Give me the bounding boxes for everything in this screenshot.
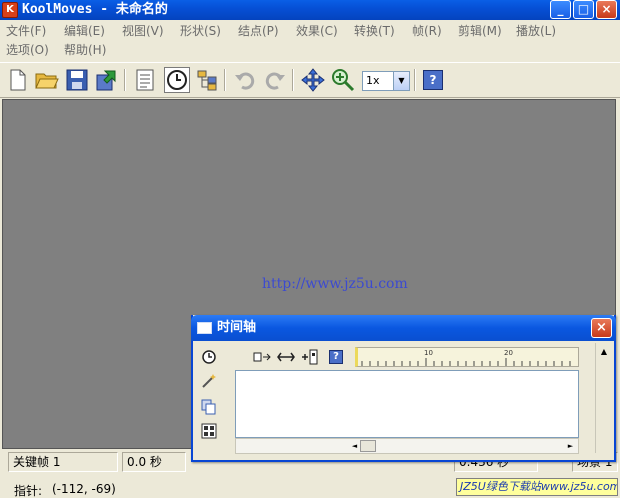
move-icon[interactable] [300,67,326,93]
help-icon[interactable]: ? [420,67,446,93]
menu-play[interactable]: 播放(L) [516,22,556,40]
menu-bar: 文件(F) 编辑(E) 视图(V) 形状(S) 结点(P) 效果(C) 转换(T… [0,20,620,62]
menu-shape[interactable]: 形状(S) [180,22,221,40]
copy-frames-icon[interactable] [199,397,219,417]
watermark-badge: JZ5U绿色下载站www.jz5u.com [456,478,618,496]
timeline-title-bar[interactable]: 时间轴 × [191,315,616,341]
scroll-up-icon[interactable]: ▲ [598,347,610,359]
zoom-select[interactable]: 1x ▼ [362,71,410,91]
properties-icon[interactable] [132,67,158,93]
add-frame-icon[interactable] [301,348,319,366]
menu-transform[interactable]: 转换(T) [354,22,395,40]
keyframe-status: 关键帧 1 [8,452,118,472]
scroll-thumb[interactable] [360,440,376,452]
grid-icon[interactable] [199,421,219,441]
close-button[interactable]: × [596,0,617,19]
timeline-clock-icon[interactable] [164,67,190,93]
title-bar: K KoolMoves - 未命名的 _ □ × [0,0,620,20]
watermark-url: http://www.jz5u.com [262,276,408,292]
timeline-title: 时间轴 [217,320,257,335]
ruler-label: 20 [504,349,513,357]
timeline-close-button[interactable]: × [591,318,612,338]
pointer-label: 指针: [14,484,43,498]
menu-frame[interactable]: 帧(R) [412,22,442,40]
app-icon: K [2,2,18,18]
import-icon[interactable] [94,67,120,93]
frames-area[interactable] [235,370,579,438]
maximize-button[interactable]: □ [573,0,594,19]
scroll-right-icon[interactable]: ► [564,440,577,453]
zoom-icon[interactable] [330,67,356,93]
stretch-icon[interactable] [277,348,295,366]
ruler-label: 10 [424,349,433,357]
redo-icon[interactable] [262,67,288,93]
chevron-down-icon[interactable]: ▼ [393,72,409,90]
frame-ruler[interactable]: 10 20 [355,347,579,367]
menu-help[interactable]: 帮助(H) [64,41,106,59]
toolbar-separator [292,69,294,91]
menu-view[interactable]: 视图(V) [122,22,164,40]
insert-frame-icon[interactable] [253,348,271,366]
clock-icon[interactable] [199,347,219,367]
menu-edit[interactable]: 编辑(E) [64,22,105,40]
magic-wand-icon[interactable] [199,371,219,391]
help-label: ? [423,70,443,90]
horizontal-scrollbar[interactable]: ◄ ► [235,438,579,454]
vertical-scrollbar[interactable]: ▲ [595,343,611,453]
save-icon[interactable] [64,67,90,93]
timeline-help-icon[interactable]: ? [327,348,345,366]
menu-effects[interactable]: 效果(C) [296,22,338,40]
timeline-window: 时间轴 × ? 10 20 ◄ ► ▲ [191,315,616,462]
new-file-icon[interactable] [5,67,31,93]
window-icon [197,322,212,334]
toolbar-separator [124,69,126,91]
timeline-help-label: ? [329,350,343,364]
toolbar-separator [414,69,416,91]
zoom-value: 1x [366,74,380,87]
minimize-button[interactable]: _ [550,0,571,19]
undo-icon[interactable] [232,67,258,93]
layout-icon[interactable] [194,67,220,93]
toolbar-separator [224,69,226,91]
menu-options[interactable]: 选项(O) [6,41,49,59]
open-folder-icon[interactable] [34,67,60,93]
time-status: 0.0 秒 [122,452,186,472]
menu-points[interactable]: 结点(P) [238,22,279,40]
pointer-coords: (-112, -69) [52,482,116,496]
menu-clip[interactable]: 剪辑(M) [458,22,502,40]
window-title: KoolMoves - 未命名的 [22,2,168,17]
toolbar: 1x ▼ ? [0,62,620,98]
menu-file[interactable]: 文件(F) [6,22,46,40]
